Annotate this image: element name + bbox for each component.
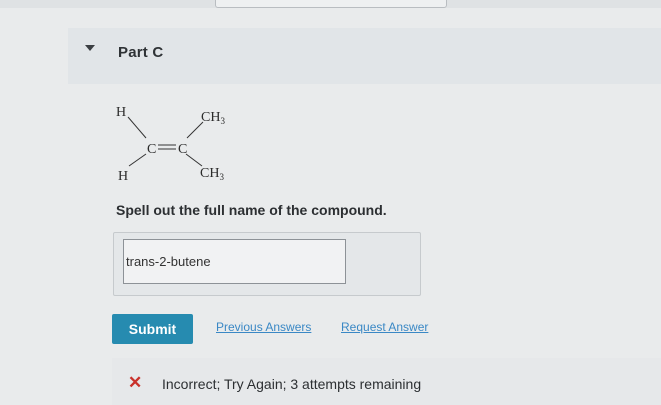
feedback-text: Incorrect; Try Again; 3 attempts remaini… [162, 376, 421, 392]
molecule-structure: H H CH3 CH3 C C [116, 105, 225, 184]
bond-c-ch3-top [186, 121, 204, 139]
feedback-panel: ✕ Incorrect; Try Again; 3 attempts remai… [112, 358, 661, 405]
part-title: Part C [118, 44, 164, 61]
previous-panel-edge [215, 0, 447, 8]
atom-c-left: C [147, 142, 156, 157]
submit-button[interactable]: Submit [112, 314, 193, 344]
question-instruction: Spell out the full name of the compound. [116, 202, 387, 218]
part-header[interactable]: Part C [68, 28, 661, 84]
x-icon: ✕ [128, 373, 143, 392]
atom-c-right: C [178, 142, 187, 157]
atom-h-top-left: H [116, 105, 126, 120]
group-ch3-top-right: CH3 [201, 110, 225, 126]
answer-box [113, 232, 421, 296]
bond-h-top-c [127, 116, 147, 139]
previous-answers-link[interactable]: Previous Answers [216, 320, 311, 334]
request-answer-link[interactable]: Request Answer [341, 320, 428, 334]
bond-c-ch3-bottom [185, 153, 203, 167]
answer-input[interactable] [123, 239, 346, 284]
atom-h-bottom-left: H [118, 169, 128, 184]
group-ch3-bottom-right: CH3 [200, 166, 224, 182]
bond-h-bottom-c [128, 153, 147, 167]
triangle-down-icon[interactable] [85, 45, 95, 51]
feedback-status: Incorrect; Try Again; 3 attempts remaini… [162, 376, 422, 392]
